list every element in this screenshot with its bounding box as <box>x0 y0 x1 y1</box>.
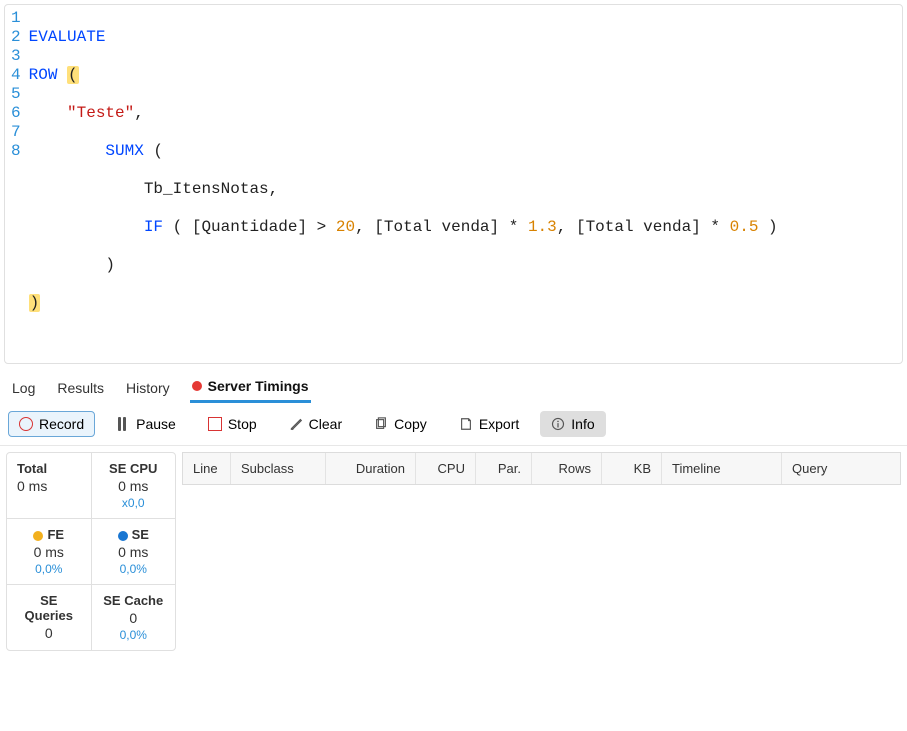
se-dot-icon <box>118 531 128 541</box>
col-subclass[interactable]: Subclass <box>231 453 326 484</box>
code-editor[interactable]: 1 2 3 4 5 6 7 8 EVALUATE ROW ( "Teste", … <box>4 4 903 364</box>
col-par[interactable]: Par. <box>476 453 532 484</box>
grid-header: Line Subclass Duration CPU Par. Rows KB … <box>182 452 901 485</box>
metric-se-cache: SE Cache 0 0,0% <box>92 585 176 650</box>
timings-body: Total 0 ms SE CPU 0 ms x0,0 FE 0 ms 0,0%… <box>0 446 907 688</box>
fe-dot-icon <box>33 531 43 541</box>
tab-history[interactable]: History <box>124 374 172 403</box>
stop-button[interactable]: Stop <box>197 411 268 437</box>
clear-button[interactable]: Clear <box>278 411 353 437</box>
info-button[interactable]: Info <box>540 411 605 437</box>
copy-button[interactable]: Copy <box>363 411 438 437</box>
metric-total: Total 0 ms <box>7 453 92 518</box>
export-icon <box>459 417 473 431</box>
timings-toolbar: Record Pause Stop Clear Copy Export Info <box>0 403 907 446</box>
metric-se-queries: SE Queries 0 <box>7 585 92 650</box>
result-tabs: Log Results History Server Timings <box>0 368 907 403</box>
line-gutter: 1 2 3 4 5 6 7 8 <box>5 9 29 351</box>
col-kb[interactable]: KB <box>602 453 662 484</box>
metric-fe: FE 0 ms 0,0% <box>7 519 92 584</box>
timings-grid[interactable]: Line Subclass Duration CPU Par. Rows KB … <box>182 452 901 682</box>
record-icon <box>19 417 33 431</box>
clear-icon <box>289 417 303 431</box>
export-button[interactable]: Export <box>448 411 530 437</box>
copy-icon <box>374 417 388 431</box>
record-indicator-icon <box>192 381 202 391</box>
col-cpu[interactable]: CPU <box>416 453 476 484</box>
stop-icon <box>208 417 222 431</box>
tab-results[interactable]: Results <box>55 374 106 403</box>
col-line[interactable]: Line <box>183 453 231 484</box>
pause-button[interactable]: Pause <box>105 411 187 437</box>
tab-server-timings[interactable]: Server Timings <box>190 374 311 403</box>
record-button[interactable]: Record <box>8 411 95 437</box>
col-timeline[interactable]: Timeline <box>662 453 782 484</box>
code-content[interactable]: EVALUATE ROW ( "Teste", SUMX ( Tb_ItensN… <box>29 9 902 351</box>
metric-se: SE 0 ms 0,0% <box>92 519 176 584</box>
col-rows[interactable]: Rows <box>532 453 602 484</box>
col-duration[interactable]: Duration <box>326 453 416 484</box>
col-query[interactable]: Query <box>782 453 900 484</box>
pause-icon <box>116 417 130 431</box>
info-icon <box>551 417 565 431</box>
metric-se-cpu: SE CPU 0 ms x0,0 <box>92 453 176 518</box>
metrics-panel: Total 0 ms SE CPU 0 ms x0,0 FE 0 ms 0,0%… <box>6 452 176 651</box>
tab-log[interactable]: Log <box>10 374 37 403</box>
